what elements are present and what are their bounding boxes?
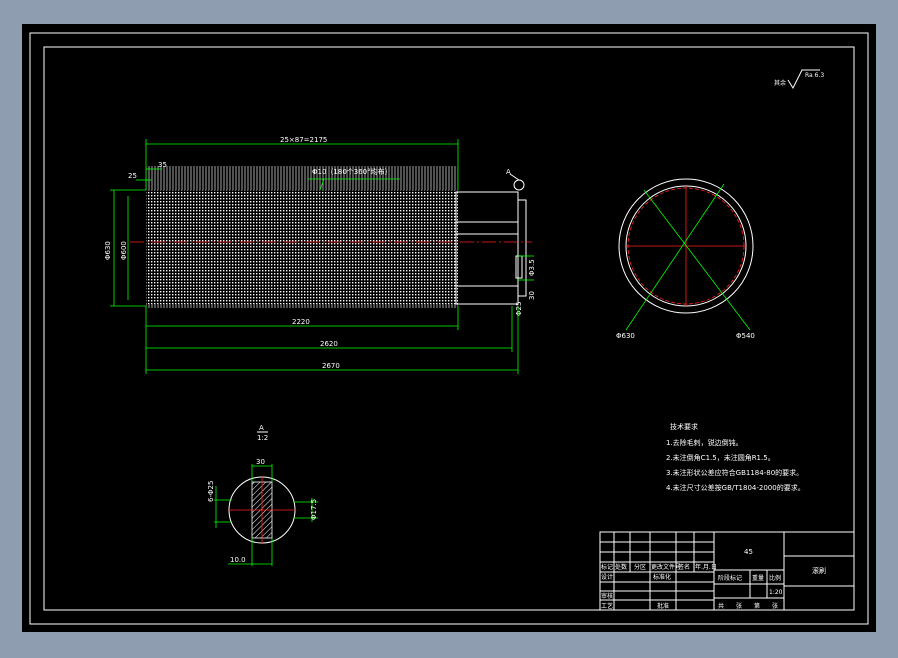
end-view: Φ630 Φ540 [616,178,755,340]
tb-gengai: 更改文件号 [651,563,681,571]
bristle-top-row [146,166,458,190]
tb-zhang-2: 张 [772,602,778,610]
tb-zhongliang: 重量 [752,574,764,582]
shaft-flange [517,199,527,297]
tb-material: 45 [744,548,753,556]
tech-title: 技术要求 [670,422,698,431]
tech-item-4: 4.未注尺寸公差按GB/T1804-2000的要求。 [666,483,805,492]
roughness-symbol: 其余 Ra 6.3 [774,69,824,90]
section-dim-left: 6-Φ25 [207,481,215,502]
tb-biaoji: 标记 [601,563,613,571]
dim-2620: 2620 [320,340,338,348]
drawing-canvas: A 25×87=2175 35 25 Φ10（180个360°均布） Φ630 … [29,32,869,625]
section-mark-label: A [506,168,511,176]
outer-border [29,32,869,625]
dim-pitch: 25×87=2175 [280,136,327,144]
dim-2670: 2670 [322,362,340,370]
dim-25: 25 [128,172,137,180]
tb-zhang: 张 [736,602,742,610]
roughness-label: 其余 [774,79,786,87]
section-dim-right: Φ17.5 [310,499,318,520]
dim-right-3: Φ25 [515,302,523,316]
tb-part-name: 滚刷 [812,566,826,575]
tb-chushu: 处数 [615,563,627,571]
end-view-dim-inner: Φ540 [736,332,755,340]
drawing-sheet: A 25×87=2175 35 25 Φ10（180个360°均布） Φ630 … [22,24,876,632]
section-label-letter: A [259,424,264,432]
bristle-bottom-row [146,304,458,308]
section-dim-bottom: 10.0 [230,556,246,564]
end-view-leader-2 [643,189,751,331]
end-view-dim-outer: Φ630 [616,332,635,340]
tb-fenqu: 分区 [634,563,646,571]
tb-di: 第 [754,602,760,610]
tb-qianming: 签名 [678,563,690,571]
dim-right-2: 30 [528,291,536,300]
tb-biaozhunhua: 标准化 [653,573,671,581]
tb-gong: 共 [718,602,724,610]
dim-35: 35 [158,161,167,169]
tb-jieduan: 阶段标记 [718,574,742,582]
tb-sheji: 设计 [601,573,613,581]
inner-border [43,46,855,611]
tech-item-1: 1.去除毛刺，锐边倒钝。 [666,438,743,447]
bristle-area [146,190,458,304]
tb-bili: 比例 [769,574,781,582]
tech-item-2: 2.未注倒角C1.5，未注圆角R1.5。 [666,453,775,462]
tech-item-3: 3.未注形状公差应符合GB1184-80的要求。 [666,468,803,477]
tb-date: 年.月.日 [695,563,717,571]
dim-phi630-left: Φ630 [104,241,112,260]
section-view: A 1:2 30 6-Φ25 Φ17.5 10.0 [207,424,318,566]
tech-requirements: 技术要求 1.去除毛刺，锐边倒钝。 2.未注倒角C1.5，未注圆角R1.5。 3… [666,422,805,492]
section-dim-top: 30 [256,458,265,466]
dim-phi600-left: Φ600 [120,241,128,260]
dim-right-1: Φ3.5 [528,259,536,276]
tb-gongyi: 工艺 [601,602,613,610]
main-view: A 25×87=2175 35 25 Φ10（180个360°均布） Φ630 … [104,136,536,374]
bristle-note: Φ10（180个360°均布） [312,167,392,176]
title-block: 45 滚刷 标记 处数 分区 更改文件号 签名 年.月.日 设计 标准化 审核 … [599,531,855,611]
tb-scale: 1:20 [769,589,783,596]
roller-shaft-body [455,191,519,305]
section-mark-circle [513,179,525,191]
roughness-value: Ra 6.3 [805,72,824,79]
tb-shenhe: 审核 [601,592,613,600]
tb-pizhun: 批准 [657,602,669,610]
section-label-scale: 1:2 [257,434,268,442]
dim-2220: 2220 [292,318,310,326]
